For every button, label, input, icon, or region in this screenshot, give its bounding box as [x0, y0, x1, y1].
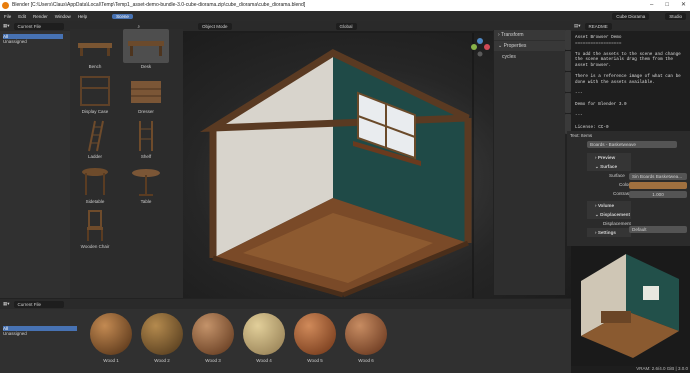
material-wood-5[interactable] [294, 313, 336, 355]
material-wood-3[interactable] [192, 313, 234, 355]
material-library-dropdown[interactable]: Current File [13, 300, 64, 308]
section-settings[interactable]: › Settings [587, 228, 631, 237]
asset-sidetable[interactable]: Sidetable [72, 164, 118, 206]
minimize-button[interactable]: – [650, 0, 653, 11]
section-surface[interactable]: ⌄ Surface [587, 162, 631, 171]
dresser-thumbnail [123, 74, 169, 108]
material-properties-panel: Text: Items Boards - Basketweave › Previ… [567, 131, 690, 246]
scene-selector[interactable]: Cube Diorama [612, 12, 650, 20]
window-titlebar: Blender [C:\Users\Claus\AppData\Local\Te… [0, 0, 690, 11]
text-line: License: CC-0 [575, 124, 609, 130]
search-icon[interactable]: ⌕ [138, 24, 141, 29]
menu-file[interactable]: File [4, 14, 11, 19]
text-line: There is a reference image of what can b… [575, 74, 681, 80]
table-thumbnail [123, 164, 169, 198]
asset-table[interactable]: Table [123, 164, 169, 206]
window-title: Blender [C:\Users\Claus\AppData\Local\Te… [12, 2, 306, 8]
menu-render[interactable]: Render [33, 14, 48, 19]
readme-text: Asset Browser Demo ================== To a… [575, 35, 686, 130]
view-layer-selector[interactable]: Studio [665, 12, 686, 20]
material-wood-4[interactable] [243, 313, 285, 355]
material-wood-6[interactable] [345, 313, 387, 355]
sidebar-n-panel: › Transform ⌄ Properties cycles [493, 30, 565, 295]
material-catalog-sidebar: All Unassigned [0, 325, 80, 337]
color-label: Color [619, 182, 630, 187]
catalog-unassigned[interactable]: Unassigned [3, 39, 63, 44]
menu-help[interactable]: Help [78, 14, 87, 19]
material-label: Wood 4 [256, 358, 272, 363]
material-label: Wood 5 [307, 358, 323, 363]
navigation-gizmo[interactable] [470, 36, 490, 58]
close-button[interactable]: ✕ [681, 0, 686, 11]
color-swatch[interactable] [629, 182, 687, 189]
text-editor-header: ▤▾ README [571, 21, 690, 31]
material-wood-2[interactable] [141, 313, 183, 355]
asset-desk[interactable]: Desk [123, 29, 169, 71]
menu-edit[interactable]: Edit [18, 14, 26, 19]
material-label: Wood 2 [154, 358, 170, 363]
text-editor-type-icon[interactable]: ▤▾ [574, 23, 581, 29]
cycles-label: cycles [502, 54, 516, 60]
asset-grid: Bench Desk Display Case Dresser Ladder S… [70, 29, 183, 298]
asset-display-case[interactable]: Display Case [72, 74, 118, 116]
catalog-sidebar: All Unassigned [0, 33, 66, 45]
properties-context-title: Text: Items [570, 133, 593, 138]
text-file-selector[interactable]: README [584, 22, 612, 30]
asset-bench[interactable]: Bench [72, 29, 118, 71]
editor-type-icon[interactable]: ▦▾ [3, 23, 10, 29]
material-editor-type-icon[interactable]: ▦▾ [3, 301, 10, 307]
material-asset-browser: ▦▾ Current File All Unassigned Wood 1 Woo… [0, 298, 571, 373]
text-editor[interactable]: Asset Browser Demo ================== To a… [571, 21, 690, 131]
blender-logo-icon [2, 2, 9, 9]
asset-ladder[interactable]: Ladder [72, 119, 118, 161]
section-displacement[interactable]: ⌄ Displacement [587, 210, 631, 219]
maximize-button[interactable]: □ [665, 0, 669, 11]
reference-render-image [581, 254, 679, 358]
surface-label: Surface [609, 173, 625, 178]
contrast-label: Contrast [613, 191, 631, 196]
shelf-thumbnail [123, 119, 169, 153]
material-label: Wood 3 [205, 358, 221, 363]
menu-window[interactable]: Window [55, 14, 71, 19]
orientation-dropdown[interactable]: Global [335, 22, 357, 30]
material-label: Wood 6 [358, 358, 374, 363]
displacement-label: Displacement [603, 221, 631, 226]
display-case-thumbnail [72, 74, 118, 108]
displacement-field[interactable]: Default [629, 226, 687, 233]
desk-thumbnail [123, 29, 169, 63]
contrast-field[interactable]: 1.000 [629, 191, 687, 198]
status-bar-info: VRAM: 2.6/4.0 GiB | 3.0.0 [636, 366, 688, 371]
asset-shelf[interactable]: Shelf [123, 119, 169, 161]
ladder-thumbnail [72, 119, 118, 153]
asset-browser-panel: ▦▾ Current File ⌕ All Unassigned Bench D… [0, 21, 183, 298]
material-browser-header: ▦▾ Current File [0, 299, 571, 309]
library-dropdown[interactable]: Current File [13, 22, 64, 30]
sidetable-thumbnail [72, 164, 118, 198]
top-menubar: File Edit Render Window Help Scene Cube … [0, 11, 690, 21]
material-catalog-unassigned[interactable]: Unassigned [3, 331, 77, 336]
wooden-chair-thumbnail [72, 209, 118, 243]
workspace-tab-scene[interactable]: Scene [112, 13, 133, 19]
bench-thumbnail [72, 29, 118, 63]
properties-section[interactable]: ⌄ Properties [494, 41, 565, 51]
section-volume[interactable]: › Volume [587, 201, 631, 210]
render-preview [571, 246, 690, 366]
transform-section[interactable]: › Transform [494, 30, 565, 40]
asset-wooden-chair[interactable]: Wooden Chair [72, 209, 118, 251]
surface-shader-field[interactable]: Sin Boards Basketwea... [629, 173, 687, 180]
material-label: Wood 1 [103, 358, 119, 363]
asset-dresser[interactable]: Dresser [123, 74, 169, 116]
section-preview[interactable]: › Preview [587, 153, 631, 162]
material-wood-1[interactable] [90, 313, 132, 355]
object-mode-dropdown[interactable]: Object Mode [198, 22, 232, 30]
material-slot-field[interactable]: Boards - Basketweave [587, 141, 677, 148]
